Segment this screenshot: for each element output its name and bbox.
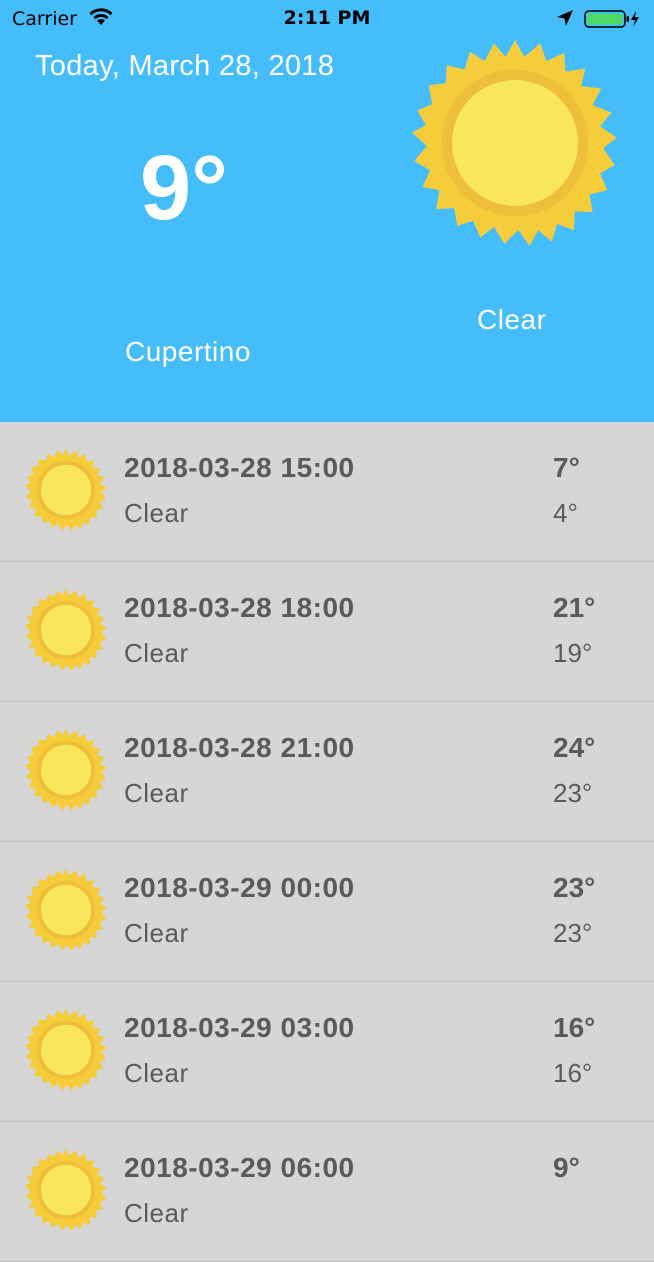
forecast-high-temp: 23°: [553, 872, 596, 903]
forecast-time: 2018-03-28 18:00: [124, 592, 355, 623]
forecast-high-temp: 9°: [553, 1152, 580, 1183]
list-item[interactable]: 2018-03-28 21:00 Clear 24° 23°: [0, 702, 654, 842]
forecast-high-temp: 21°: [553, 592, 596, 623]
location-arrow-icon: [557, 10, 573, 26]
forecast-condition: Clear: [124, 638, 189, 668]
sun-icon: [24, 1008, 107, 1092]
list-item[interactable]: 2018-03-29 06:00 Clear 9°: [0, 1122, 654, 1262]
forecast-condition: Clear: [124, 778, 189, 808]
sun-icon: [24, 868, 107, 952]
current-condition: Clear: [477, 304, 547, 335]
forecast-low-temp: 4°: [553, 498, 578, 528]
current-date: Today, March 28, 2018: [35, 50, 335, 82]
forecast-low-temp: 19°: [553, 638, 593, 668]
forecast-high-temp: 7°: [553, 452, 580, 483]
status-bar: Carrier 2:11 PM: [0, 0, 654, 38]
sun-icon: [24, 588, 107, 672]
current-weather-header: Today, March 28, 2018 9° Cupertino Clear: [0, 38, 654, 422]
forecast-condition: Clear: [124, 1198, 189, 1228]
sun-icon: [412, 40, 617, 246]
forecast-time: 2018-03-28 21:00: [124, 732, 355, 763]
forecast-condition: Clear: [124, 1058, 189, 1088]
forecast-time: 2018-03-29 03:00: [124, 1012, 355, 1043]
list-item[interactable]: 2018-03-29 00:00 Clear 23° 23°: [0, 842, 654, 982]
battery-charging-icon: [584, 10, 639, 28]
current-temperature: 9°: [140, 137, 228, 239]
city-name: Cupertino: [125, 336, 251, 367]
sun-icon: [24, 728, 107, 812]
forecast-high-temp: 16°: [553, 1012, 596, 1043]
list-item[interactable]: 2018-03-29 03:00 Clear 16° 16°: [0, 982, 654, 1122]
forecast-time: 2018-03-28 15:00: [124, 452, 355, 483]
forecast-low-temp: 23°: [553, 778, 593, 808]
forecast-condition: Clear: [124, 498, 189, 528]
list-item[interactable]: 2018-03-28 15:00 Clear 7° 4°: [0, 422, 654, 562]
forecast-time: 2018-03-29 00:00: [124, 872, 355, 903]
sun-icon: [24, 448, 107, 532]
sun-icon: [24, 1148, 107, 1232]
forecast-time: 2018-03-29 06:00: [124, 1152, 355, 1183]
forecast-high-temp: 24°: [553, 732, 596, 763]
list-item[interactable]: 2018-03-28 18:00 Clear 21° 19°: [0, 562, 654, 702]
forecast-list[interactable]: 2018-03-28 15:00 Clear 7° 4° 2018-03-28 …: [0, 422, 654, 1262]
forecast-low-temp: 23°: [553, 918, 593, 948]
forecast-condition: Clear: [124, 918, 189, 948]
forecast-low-temp: 16°: [553, 1058, 593, 1088]
